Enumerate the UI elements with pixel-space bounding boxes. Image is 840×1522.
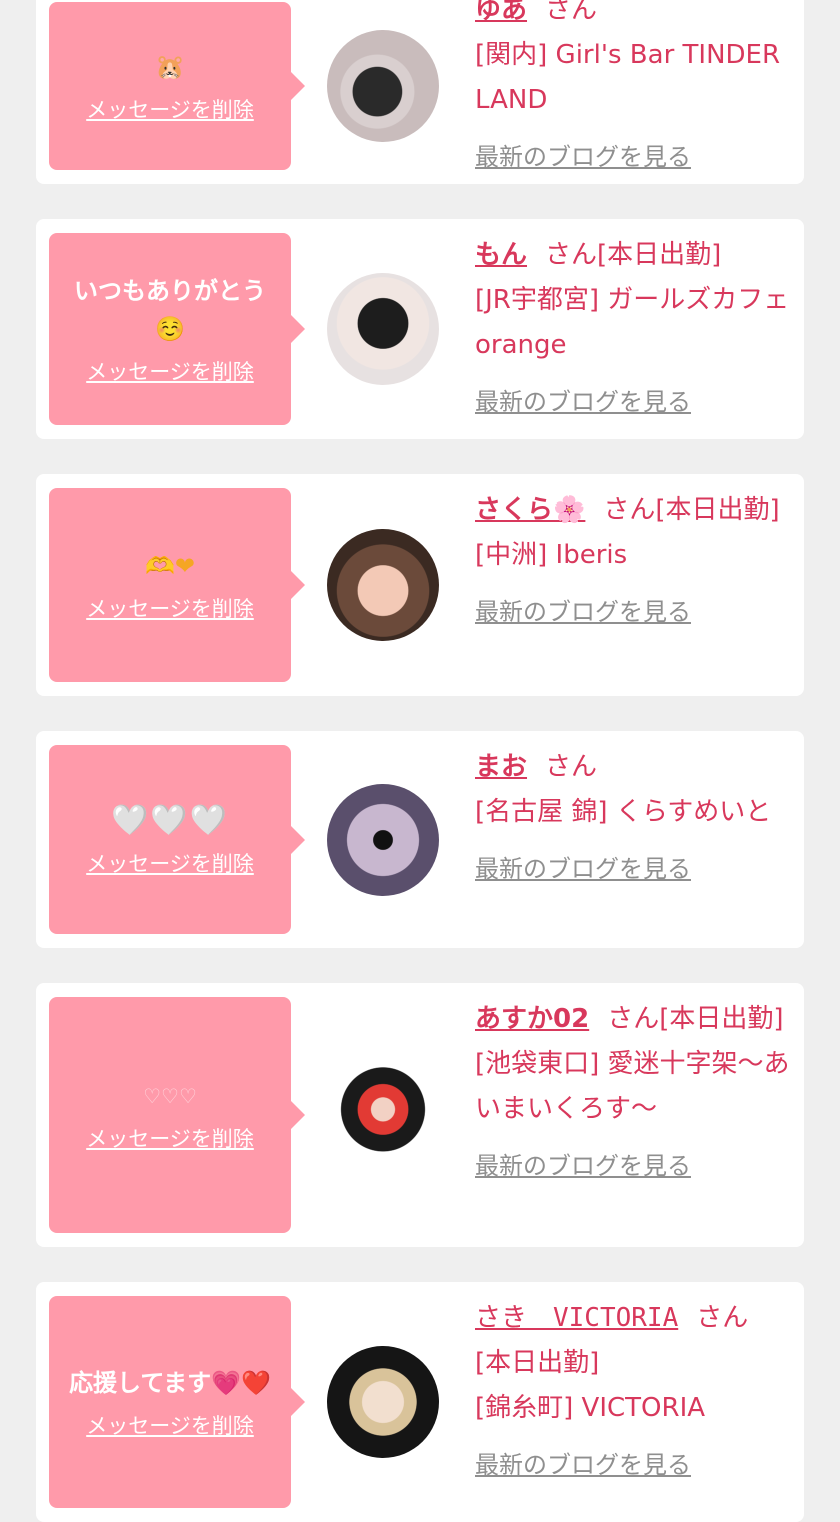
honorific: さん: [696, 1303, 749, 1333]
status-badge: [本日出勤]: [597, 240, 722, 270]
latest-blog-link[interactable]: 最新のブログを見る: [475, 135, 691, 180]
cast-info: ゆあ さん [関内] Girl's Bar TINDER LAND 最新のブログを…: [475, 0, 804, 186]
message-card: 🐹 メッセージを削除 ゆあ さん [関内] Girl's Bar TINDER L…: [36, 0, 804, 184]
latest-blog-link[interactable]: 最新のブログを見る: [475, 1144, 691, 1189]
shop-name: [関内] Girl's Bar TINDER LAND: [475, 40, 781, 115]
message-bubble: 🤍🤍🤍 メッセージを削除: [49, 745, 305, 934]
delete-message-link[interactable]: メッセージを削除: [86, 94, 254, 124]
message-card: 応援してます💗❤️ メッセージを削除 さき VICTORIA さん [本日出勤] …: [36, 1282, 804, 1522]
delete-message-link[interactable]: メッセージを削除: [86, 848, 254, 878]
status-badge: [本日出勤]: [475, 1348, 600, 1378]
delete-message-link[interactable]: メッセージを削除: [86, 1410, 254, 1440]
honorific: さん: [603, 495, 656, 525]
avatar[interactable]: [327, 529, 439, 641]
message-text: 応援してます💗❤️: [69, 1369, 271, 1397]
cast-name-link[interactable]: あすか02: [475, 1004, 589, 1034]
shop-name: [名古屋 錦] くらすめいと: [475, 797, 772, 827]
message-bubble: 🫶❤ メッセージを削除: [49, 488, 305, 682]
avatar[interactable]: [327, 30, 439, 142]
honorific: さん: [545, 240, 598, 270]
honorific: さん: [607, 1004, 660, 1034]
message-card: ♡♡♡ メッセージを削除 あすか02 さん[本日出勤] [池袋東口] 愛迷十字架～…: [36, 983, 804, 1247]
message-text: 🐹: [155, 53, 185, 81]
message-text: 🤍🤍🤍: [110, 802, 230, 838]
cast-name-link[interactable]: さき VICTORIA: [475, 1303, 678, 1333]
cast-name-link[interactable]: ゆあ: [475, 0, 527, 25]
shop-name: [池袋東口] 愛迷十字架～あいまいくろす～: [475, 1049, 790, 1124]
message-bubble: いつもありがとう☺️ メッセージを削除: [49, 233, 305, 425]
avatar[interactable]: [327, 1059, 439, 1171]
latest-blog-link[interactable]: 最新のブログを見る: [475, 380, 691, 425]
cast-info: もん さん[本日出勤] [JR宇都宮] ガールズカフェ orange 最新のブログ…: [475, 219, 804, 431]
delete-message-link[interactable]: メッセージを削除: [86, 356, 254, 386]
cast-info: あすか02 さん[本日出勤] [池袋東口] 愛迷十字架～あいまいくろす～ 最新のブ…: [475, 983, 804, 1195]
avatar[interactable]: [327, 1346, 439, 1458]
message-card: 🤍🤍🤍 メッセージを削除 まお さん [名古屋 錦] くらすめいと 最新のブログを…: [36, 731, 804, 948]
delete-message-link[interactable]: メッセージを削除: [86, 1123, 254, 1153]
shop-name: [錦糸町] VICTORIA: [475, 1393, 706, 1423]
cast-name-link[interactable]: もん: [475, 240, 527, 270]
honorific: さん: [545, 752, 598, 782]
message-card: いつもありがとう☺️ メッセージを削除 もん さん[本日出勤] [JR宇都宮] ガ…: [36, 219, 804, 439]
message-bubble: 応援してます💗❤️ メッセージを削除: [49, 1296, 305, 1508]
message-text: いつもありがとう☺️: [74, 277, 266, 343]
message-bubble: ♡♡♡ メッセージを削除: [49, 997, 305, 1233]
message-list: 🐹 メッセージを削除 ゆあ さん [関内] Girl's Bar TINDER L…: [0, 0, 840, 1522]
delete-message-link[interactable]: メッセージを削除: [86, 593, 254, 623]
cast-info: まお さん [名古屋 錦] くらすめいと 最新のブログを見る: [475, 731, 804, 898]
cast-info: さき VICTORIA さん [本日出勤] [錦糸町] VICTORIA 最新のブ…: [475, 1282, 804, 1494]
latest-blog-link[interactable]: 最新のブログを見る: [475, 590, 691, 635]
status-badge: [本日出勤]: [655, 495, 780, 525]
message-bubble: 🐹 メッセージを削除: [49, 2, 305, 170]
avatar[interactable]: [327, 273, 439, 385]
shop-name: [JR宇都宮] ガールズカフェ orange: [475, 285, 790, 360]
latest-blog-link[interactable]: 最新のブログを見る: [475, 1443, 691, 1488]
message-text: 🫶❤: [145, 552, 195, 580]
shop-name: [中洲] Iberis: [475, 540, 628, 570]
message-text: ♡♡♡: [143, 1084, 197, 1108]
cast-name-link[interactable]: さくら🌸: [475, 495, 585, 525]
avatar[interactable]: [327, 783, 439, 896]
cast-name-link[interactable]: まお: [475, 752, 527, 782]
status-badge: [本日出勤]: [659, 1004, 784, 1034]
latest-blog-link[interactable]: 最新のブログを見る: [475, 847, 691, 892]
cast-info: さくら🌸 さん[本日出勤] [中洲] Iberis 最新のブログを見る: [475, 474, 804, 641]
honorific: さん: [545, 0, 598, 25]
message-card: 🫶❤ メッセージを削除 さくら🌸 さん[本日出勤] [中洲] Iberis 最新の…: [36, 474, 804, 696]
